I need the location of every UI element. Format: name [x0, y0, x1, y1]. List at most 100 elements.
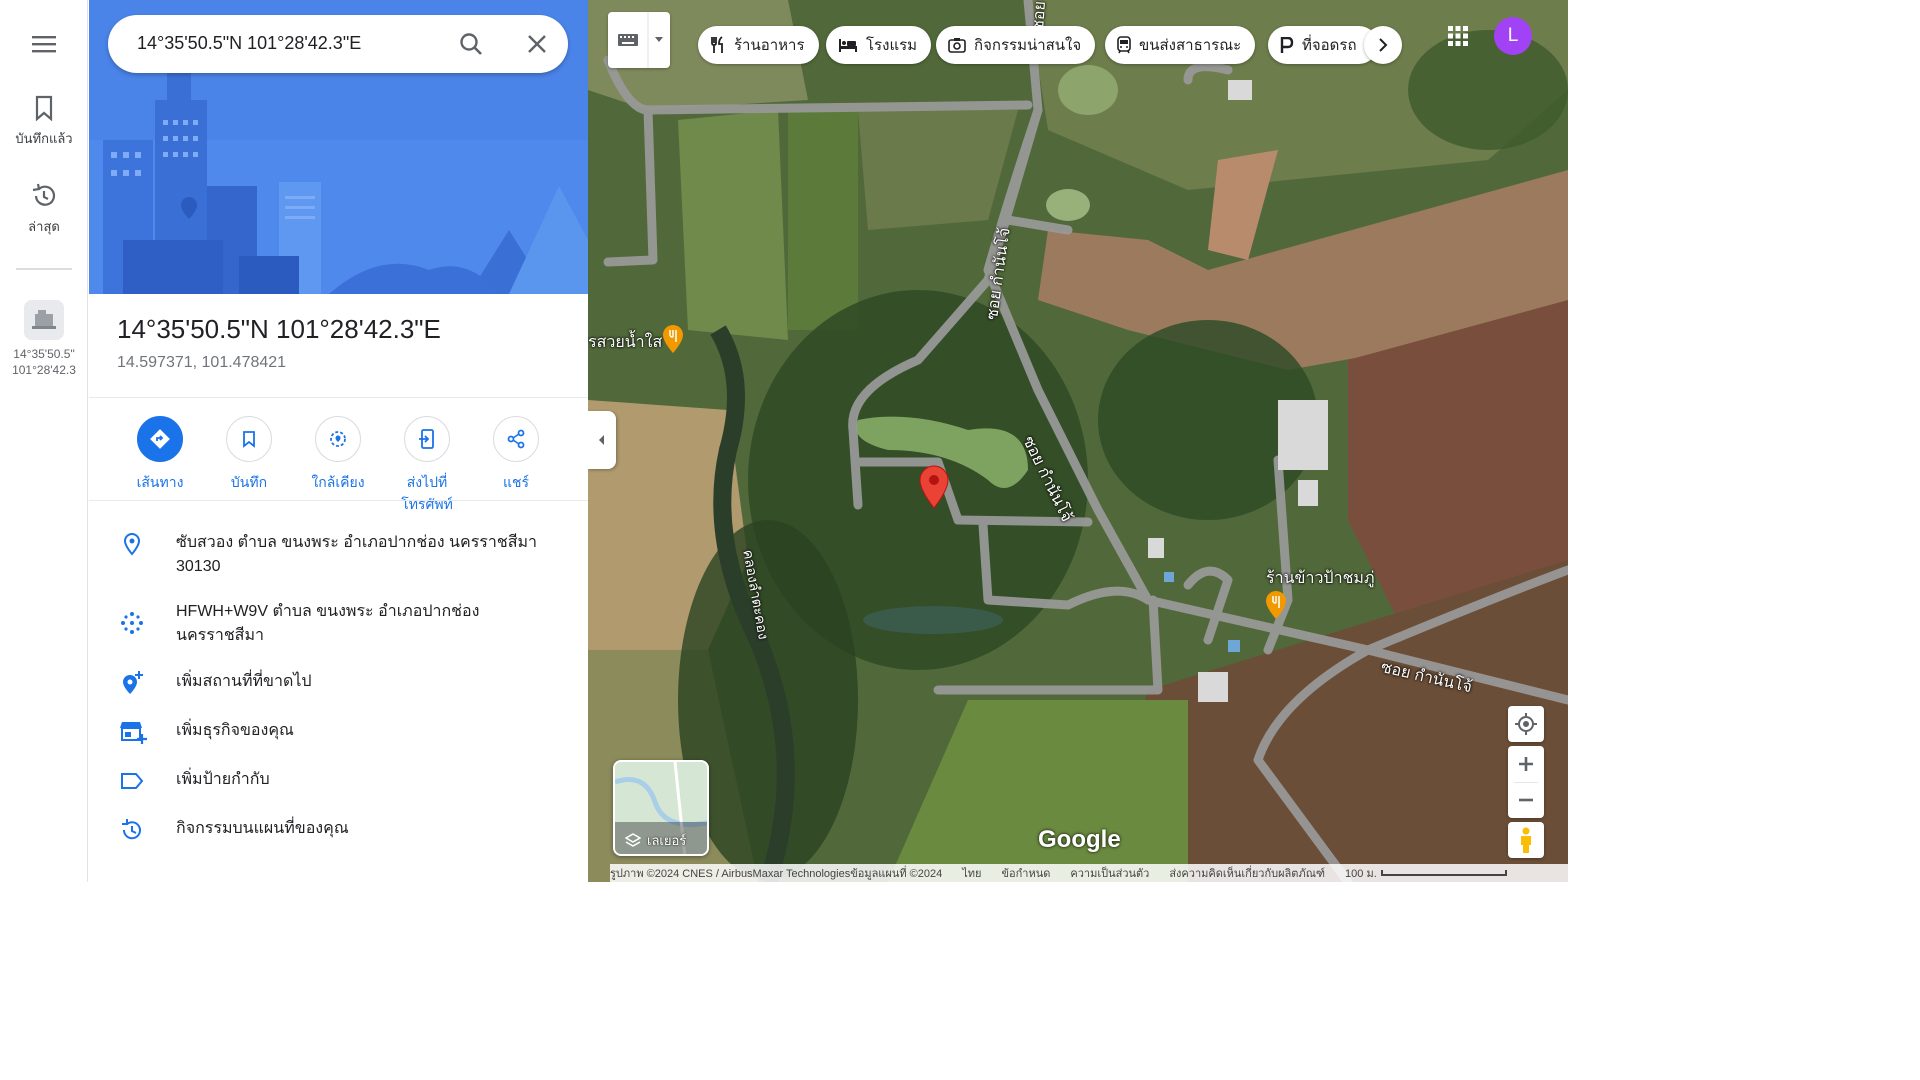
send-to-phone-label: ส่งไปที่โทรศัพท์ [401, 474, 453, 512]
layers-button[interactable]: เลเยอร์ [613, 760, 709, 856]
chevron-right-icon [1379, 38, 1388, 52]
feedback-link[interactable]: ส่งความคิดเห็นเกี่ยวกับผลิตภัณฑ์ [1169, 864, 1325, 882]
restaurant-icon [711, 36, 723, 53]
apps-grid-icon[interactable] [1446, 24, 1470, 53]
satellite-imagery [588, 0, 1568, 882]
share-label: แชร์ [502, 474, 530, 490]
bookmark-icon [243, 431, 255, 448]
recent-label: ล่าสุด [28, 219, 60, 234]
my-location-button[interactable] [1508, 706, 1544, 742]
plus-icon [1519, 757, 1533, 771]
saved-button[interactable]: บันทึกแล้ว [0, 94, 88, 149]
nearby-button[interactable]: ใกล้เคียง [293, 416, 383, 494]
divider [89, 500, 588, 501]
saved-label: บันทึกแล้ว [15, 131, 73, 146]
scale-bar [1380, 870, 1507, 876]
place-title: 14°35'50.5"N 101°28'42.3"E [117, 314, 441, 344]
share-button[interactable]: แชร์ [471, 416, 561, 494]
imagery-attribution: รูปภาพ ©2024 CNES / AirbusMaxar Technolo… [610, 868, 943, 880]
plus-code-text: HFWH+W9V ตำบล ขนงพระ อำเภอปากช่อง นครราช… [176, 603, 480, 644]
google-logo: Google [1038, 826, 1121, 853]
chip-parking[interactable]: ที่จอดรถ [1268, 26, 1378, 64]
camera-icon [948, 38, 966, 53]
share-icon [507, 429, 525, 449]
chip-things-to-do[interactable]: กิจกรรมน่าสนใจ [936, 26, 1096, 64]
add-business-icon [119, 719, 147, 745]
satellite-map[interactable]: ซอย กำนันโจ้ ซอย กำนันโจ้ ซอย กำนันโจ้ ซ… [588, 0, 1568, 882]
send-to-phone-icon [419, 429, 434, 449]
history-icon [119, 817, 145, 843]
hotel-icon [839, 39, 857, 52]
nearby-icon [330, 431, 346, 447]
recent-place-thumbnail [24, 300, 64, 340]
chevron-left-icon [599, 435, 604, 445]
layers-icon [625, 832, 641, 847]
restaurant-marker-icon[interactable] [662, 324, 684, 359]
input-tools-button[interactable] [608, 12, 670, 68]
plus-code-icon [119, 610, 145, 636]
zoom-out-button[interactable] [1508, 783, 1544, 818]
chip-label: ร้านอาหาร [734, 37, 805, 54]
directions-button[interactable]: เส้นทาง [115, 416, 205, 494]
location-pin-icon[interactable] [919, 465, 949, 514]
transit-icon [1117, 36, 1131, 54]
map-footer: รูปภาพ ©2024 CNES / AirbusMaxar Technolo… [610, 864, 1568, 882]
zoom-control [1508, 746, 1544, 818]
save-label: บันทึก [230, 474, 268, 490]
add-label-text: เพิ่มป้ายกำกับ [176, 771, 270, 788]
keyboard-icon [618, 12, 663, 68]
chip-transit[interactable]: ขนส่งสาธารณะ [1105, 26, 1256, 64]
address-text: ซับสวอง ตำบล ขนงพระ อำเภอปากช่อง นครราชส… [176, 534, 538, 575]
map-activity-text: กิจกรรมบนแผนที่ของคุณ [176, 820, 349, 837]
rail-divider [16, 268, 72, 270]
layers-label: เลเยอร์ [647, 833, 687, 848]
pegman-icon [1521, 827, 1531, 853]
my-location-icon [1515, 713, 1537, 735]
bookmark-icon [35, 95, 53, 122]
collapse-panel-button[interactable] [588, 411, 616, 469]
chip-restaurants[interactable]: ร้านอาหาร [698, 26, 819, 64]
chip-label: โรงแรม [866, 37, 918, 54]
poi-label[interactable]: ร้านข้าวป้าชมภู่ [1266, 566, 1375, 591]
recent-button[interactable]: ล่าสุด [0, 182, 88, 237]
history-icon [32, 183, 56, 206]
directions-icon [150, 429, 170, 449]
add-location-icon [119, 670, 145, 696]
chip-label: ที่จอดรถ [1302, 37, 1357, 54]
search-icon[interactable] [458, 31, 484, 62]
send-to-phone-button[interactable]: ส่งไปที่โทรศัพท์ [382, 416, 472, 516]
terms-link[interactable]: ข้อกำหนด [1001, 864, 1050, 882]
save-button[interactable]: บันทึก [204, 416, 294, 494]
restaurant-marker-icon[interactable] [1265, 590, 1287, 625]
search-box[interactable]: 14°35'50.5"N 101°28'42.3"E [108, 15, 568, 73]
decimal-coordinates: 14.597371, 101.478421 [117, 354, 287, 371]
recent-place-line2: 101°28'42.3 [12, 363, 76, 377]
language-link[interactable]: ไทย [962, 864, 981, 882]
avatar[interactable]: L [1494, 17, 1532, 55]
close-icon[interactable] [524, 31, 550, 62]
scale-label[interactable]: 100 ม. [1345, 864, 1377, 882]
minus-icon [1519, 798, 1533, 802]
recent-place-item[interactable]: 14°35'50.5" 101°28'42.3 [0, 300, 88, 378]
chip-hotels[interactable]: โรงแรม [826, 26, 932, 64]
recent-place-line1: 14°35'50.5" [13, 347, 75, 361]
poi-label[interactable]: รสวยน้ำใส [588, 330, 662, 355]
add-business-text: เพิ่มธุรกิจของคุณ [176, 722, 294, 739]
street-view-button[interactable] [1508, 822, 1544, 858]
search-input[interactable]: 14°35'50.5"N 101°28'42.3"E [137, 33, 361, 54]
chips-next-button[interactable] [1364, 26, 1402, 64]
zoom-in-button[interactable] [1508, 746, 1544, 782]
chip-label: กิจกรรมน่าสนใจ [974, 37, 1082, 54]
chip-label: ขนส่งสาธารณะ [1139, 37, 1242, 54]
divider [89, 397, 588, 398]
add-missing-place-text: เพิ่มสถานที่ที่ขาดไป [176, 673, 312, 690]
parking-icon [1280, 37, 1294, 53]
menu-icon[interactable] [28, 30, 60, 58]
label-icon [119, 768, 145, 794]
left-rail: บันทึกแล้ว ล่าสุด 14°35'50.5" 101°28'42.… [0, 0, 88, 882]
location-pin-icon [119, 531, 145, 557]
place-panel: 14°35'50.5"N 101°28'42.3"E 14°35'50.5"N … [89, 0, 588, 882]
nearby-label: ใกล้เคียง [311, 474, 365, 490]
privacy-link[interactable]: ความเป็นส่วนตัว [1070, 864, 1149, 882]
directions-label: เส้นทาง [136, 474, 184, 490]
